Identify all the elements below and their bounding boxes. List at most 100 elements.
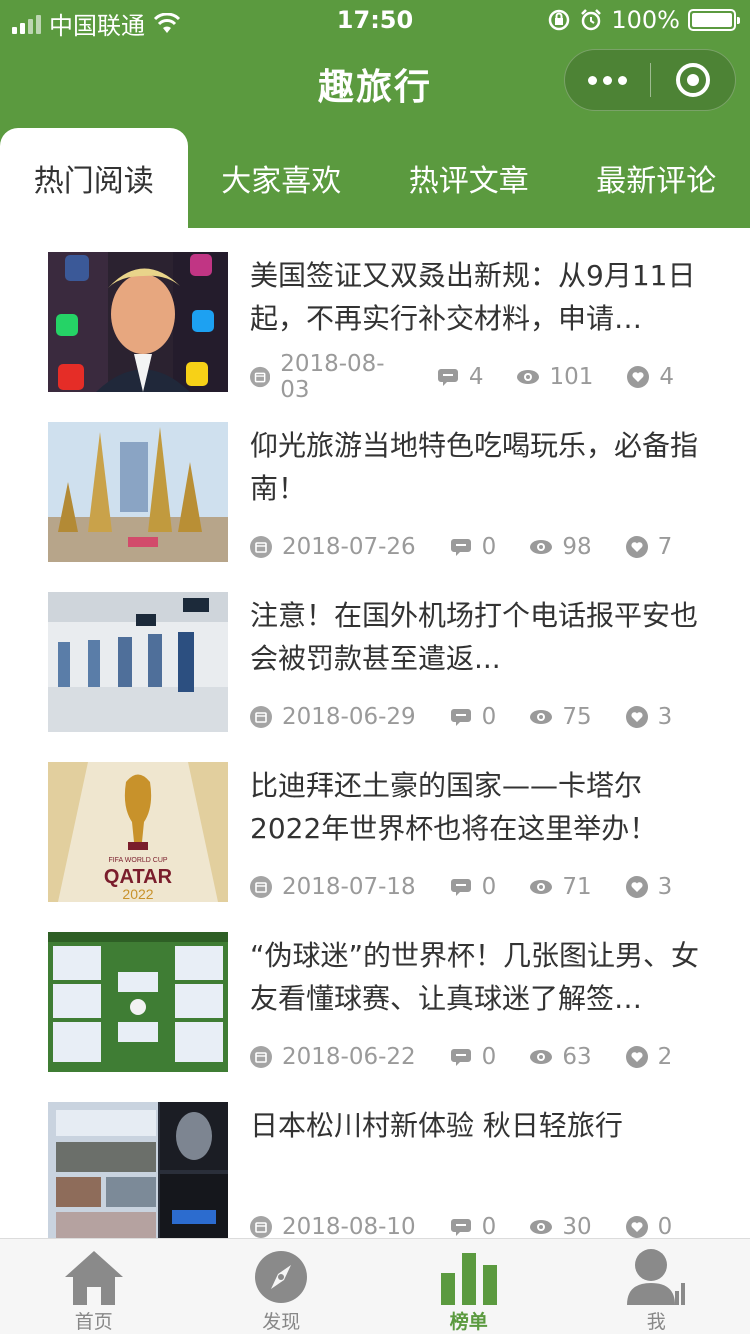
article-meta: 2018-06-22 0 63 2 <box>250 1042 706 1072</box>
user-icon <box>627 1249 686 1305</box>
eye-icon <box>530 1050 553 1064</box>
heart-icon <box>625 1216 648 1238</box>
article-list: 美国签证又双叒出新规：从9月11日起，不再实行补交材料，申请… 2018-08-… <box>0 228 750 1238</box>
close-circle-icon <box>675 63 710 97</box>
battery-icon <box>688 9 740 31</box>
tab-hot-comments[interactable]: 热评文章 <box>375 128 563 228</box>
article-meta: 2018-06-29 0 75 3 <box>250 702 706 732</box>
tab-ranking-label: 榜单 <box>449 1311 488 1333</box>
article-date: 2018-07-26 <box>282 534 416 560</box>
eye-icon <box>530 880 553 894</box>
article-meta: 2018-08-10 0 30 0 <box>250 1212 706 1238</box>
eye-icon <box>517 370 540 384</box>
tab-me-label: 我 <box>646 1311 666 1333</box>
svg-text:QATAR: QATAR <box>104 866 173 888</box>
tab-hot-reading[interactable]: 热门阅读 <box>0 128 188 228</box>
article-title: 注意！在国外机场打个电话报平安也会被罚款甚至遣返... <box>250 599 699 675</box>
comment-icon <box>437 369 458 386</box>
rotation-lock-icon <box>549 9 570 31</box>
more-button[interactable] <box>565 50 650 110</box>
category-tabs: 热门阅读 大家喜欢 热评文章 最新评论 <box>0 128 750 228</box>
tab-everyone-likes[interactable]: 大家喜欢 <box>188 128 376 228</box>
calendar-icon <box>250 1046 272 1068</box>
svg-text:FIFA WORLD CUP: FIFA WORLD CUP <box>108 857 167 864</box>
tab-ranking[interactable]: 榜单 <box>375 1239 563 1334</box>
comment-count: 4 <box>468 364 484 390</box>
article-title: 日本松川村新体验 秋日轻旅行 <box>250 1109 623 1142</box>
comment-count: 0 <box>481 874 497 900</box>
status-bar: 中国联通 17:50 100% <box>0 0 750 40</box>
alarm-icon <box>581 9 602 31</box>
article-meta: 2018-08-03 4 101 4 <box>250 351 708 403</box>
comment-icon <box>450 539 471 556</box>
article-title: “伪球迷”的世界杯！几张图让男、女友看懂球赛、让真球迷了解签… <box>250 939 700 1015</box>
comment-count: 0 <box>481 704 497 730</box>
svg-text:2022: 2022 <box>122 886 153 902</box>
article-item[interactable]: 仰光旅游当地特色吃喝玩乐，必备指南！ 2018-07-26 0 98 7 <box>48 422 708 562</box>
like-count: 3 <box>657 874 673 900</box>
view-count: 63 <box>562 1044 592 1070</box>
eye-icon <box>530 540 553 554</box>
article-date: 2018-06-22 <box>282 1044 416 1070</box>
article-thumbnail <box>48 252 228 392</box>
navigation-bar: 趣旅行 <box>0 40 750 128</box>
article-thumbnail <box>48 932 228 1072</box>
view-count: 75 <box>562 704 592 730</box>
chart-icon <box>440 1253 497 1305</box>
heart-icon <box>625 1046 648 1068</box>
eye-icon <box>530 710 553 724</box>
comment-count: 0 <box>481 534 497 560</box>
calendar-icon <box>250 536 272 558</box>
tab-me[interactable]: 我 <box>563 1239 750 1334</box>
heart-icon <box>627 366 650 388</box>
battery-percent: 100% <box>611 6 680 34</box>
article-date: 2018-06-29 <box>282 704 416 730</box>
close-button[interactable] <box>651 50 735 110</box>
article-title: 美国签证又双叒出新规：从9月11日起，不再实行补交材料，申请… <box>250 259 696 335</box>
like-count: 4 <box>659 364 674 390</box>
calendar-icon <box>250 876 272 898</box>
article-item[interactable]: 注意！在国外机场打个电话报平安也会被罚款甚至遣返... 2018-06-29 0… <box>48 592 708 732</box>
like-count: 2 <box>657 1044 673 1070</box>
tab-discover[interactable]: 发现 <box>188 1239 376 1334</box>
compass-icon <box>255 1251 308 1303</box>
comment-count: 0 <box>481 1044 497 1070</box>
article-title: 比迪拜还土豪的国家——卡塔尔 2022年世界杯也将在这里举办！ <box>250 769 658 845</box>
heart-icon <box>625 876 648 898</box>
article-meta: 2018-07-18 0 71 3 <box>250 872 706 902</box>
tab-discover-label: 发现 <box>262 1311 301 1333</box>
article-item[interactable]: 美国签证又双叒出新规：从9月11日起，不再实行补交材料，申请… 2018-08-… <box>48 252 708 403</box>
article-item[interactable]: “伪球迷”的世界杯！几张图让男、女友看懂球赛、让真球迷了解签… 2018-06-… <box>48 932 708 1072</box>
article-thumbnail: FIFA WORLD CUP QATAR 2022 <box>48 762 228 902</box>
view-count: 71 <box>562 874 592 900</box>
tab-home[interactable]: 首页 <box>0 1239 188 1334</box>
tab-latest-comments[interactable]: 最新评论 <box>563 128 750 228</box>
comment-icon <box>450 1219 471 1236</box>
calendar-icon <box>250 1216 272 1238</box>
comment-icon <box>450 1049 471 1066</box>
view-count: 101 <box>549 364 594 390</box>
article-date: 2018-08-03 <box>280 351 385 403</box>
heart-icon <box>625 706 648 728</box>
article-date: 2018-07-18 <box>282 874 416 900</box>
article-thumbnail <box>48 592 228 732</box>
miniprogram-capsule <box>564 49 736 111</box>
comment-icon <box>450 709 471 726</box>
like-count: 0 <box>657 1214 673 1238</box>
view-count: 98 <box>562 534 592 560</box>
tab-home-label: 首页 <box>74 1311 113 1333</box>
article-date: 2018-08-10 <box>282 1214 416 1238</box>
eye-icon <box>530 1220 553 1234</box>
article-meta: 2018-07-26 0 98 7 <box>250 532 706 562</box>
comment-icon <box>450 879 471 896</box>
article-title: 仰光旅游当地特色吃喝玩乐，必备指南！ <box>250 429 699 505</box>
calendar-icon <box>250 366 271 388</box>
article-thumbnail <box>48 422 228 562</box>
article-item[interactable]: 日本松川村新体验 秋日轻旅行 2018-08-10 0 30 0 <box>48 1102 708 1238</box>
bottom-tab-bar: 首页 发现 榜单 我 <box>0 1238 750 1334</box>
article-item[interactable]: FIFA WORLD CUP QATAR 2022 比迪拜还土豪的国家——卡塔尔… <box>48 762 708 902</box>
like-count: 3 <box>657 704 673 730</box>
view-count: 30 <box>562 1214 592 1238</box>
like-count: 7 <box>657 534 673 560</box>
article-thumbnail <box>48 1102 228 1238</box>
